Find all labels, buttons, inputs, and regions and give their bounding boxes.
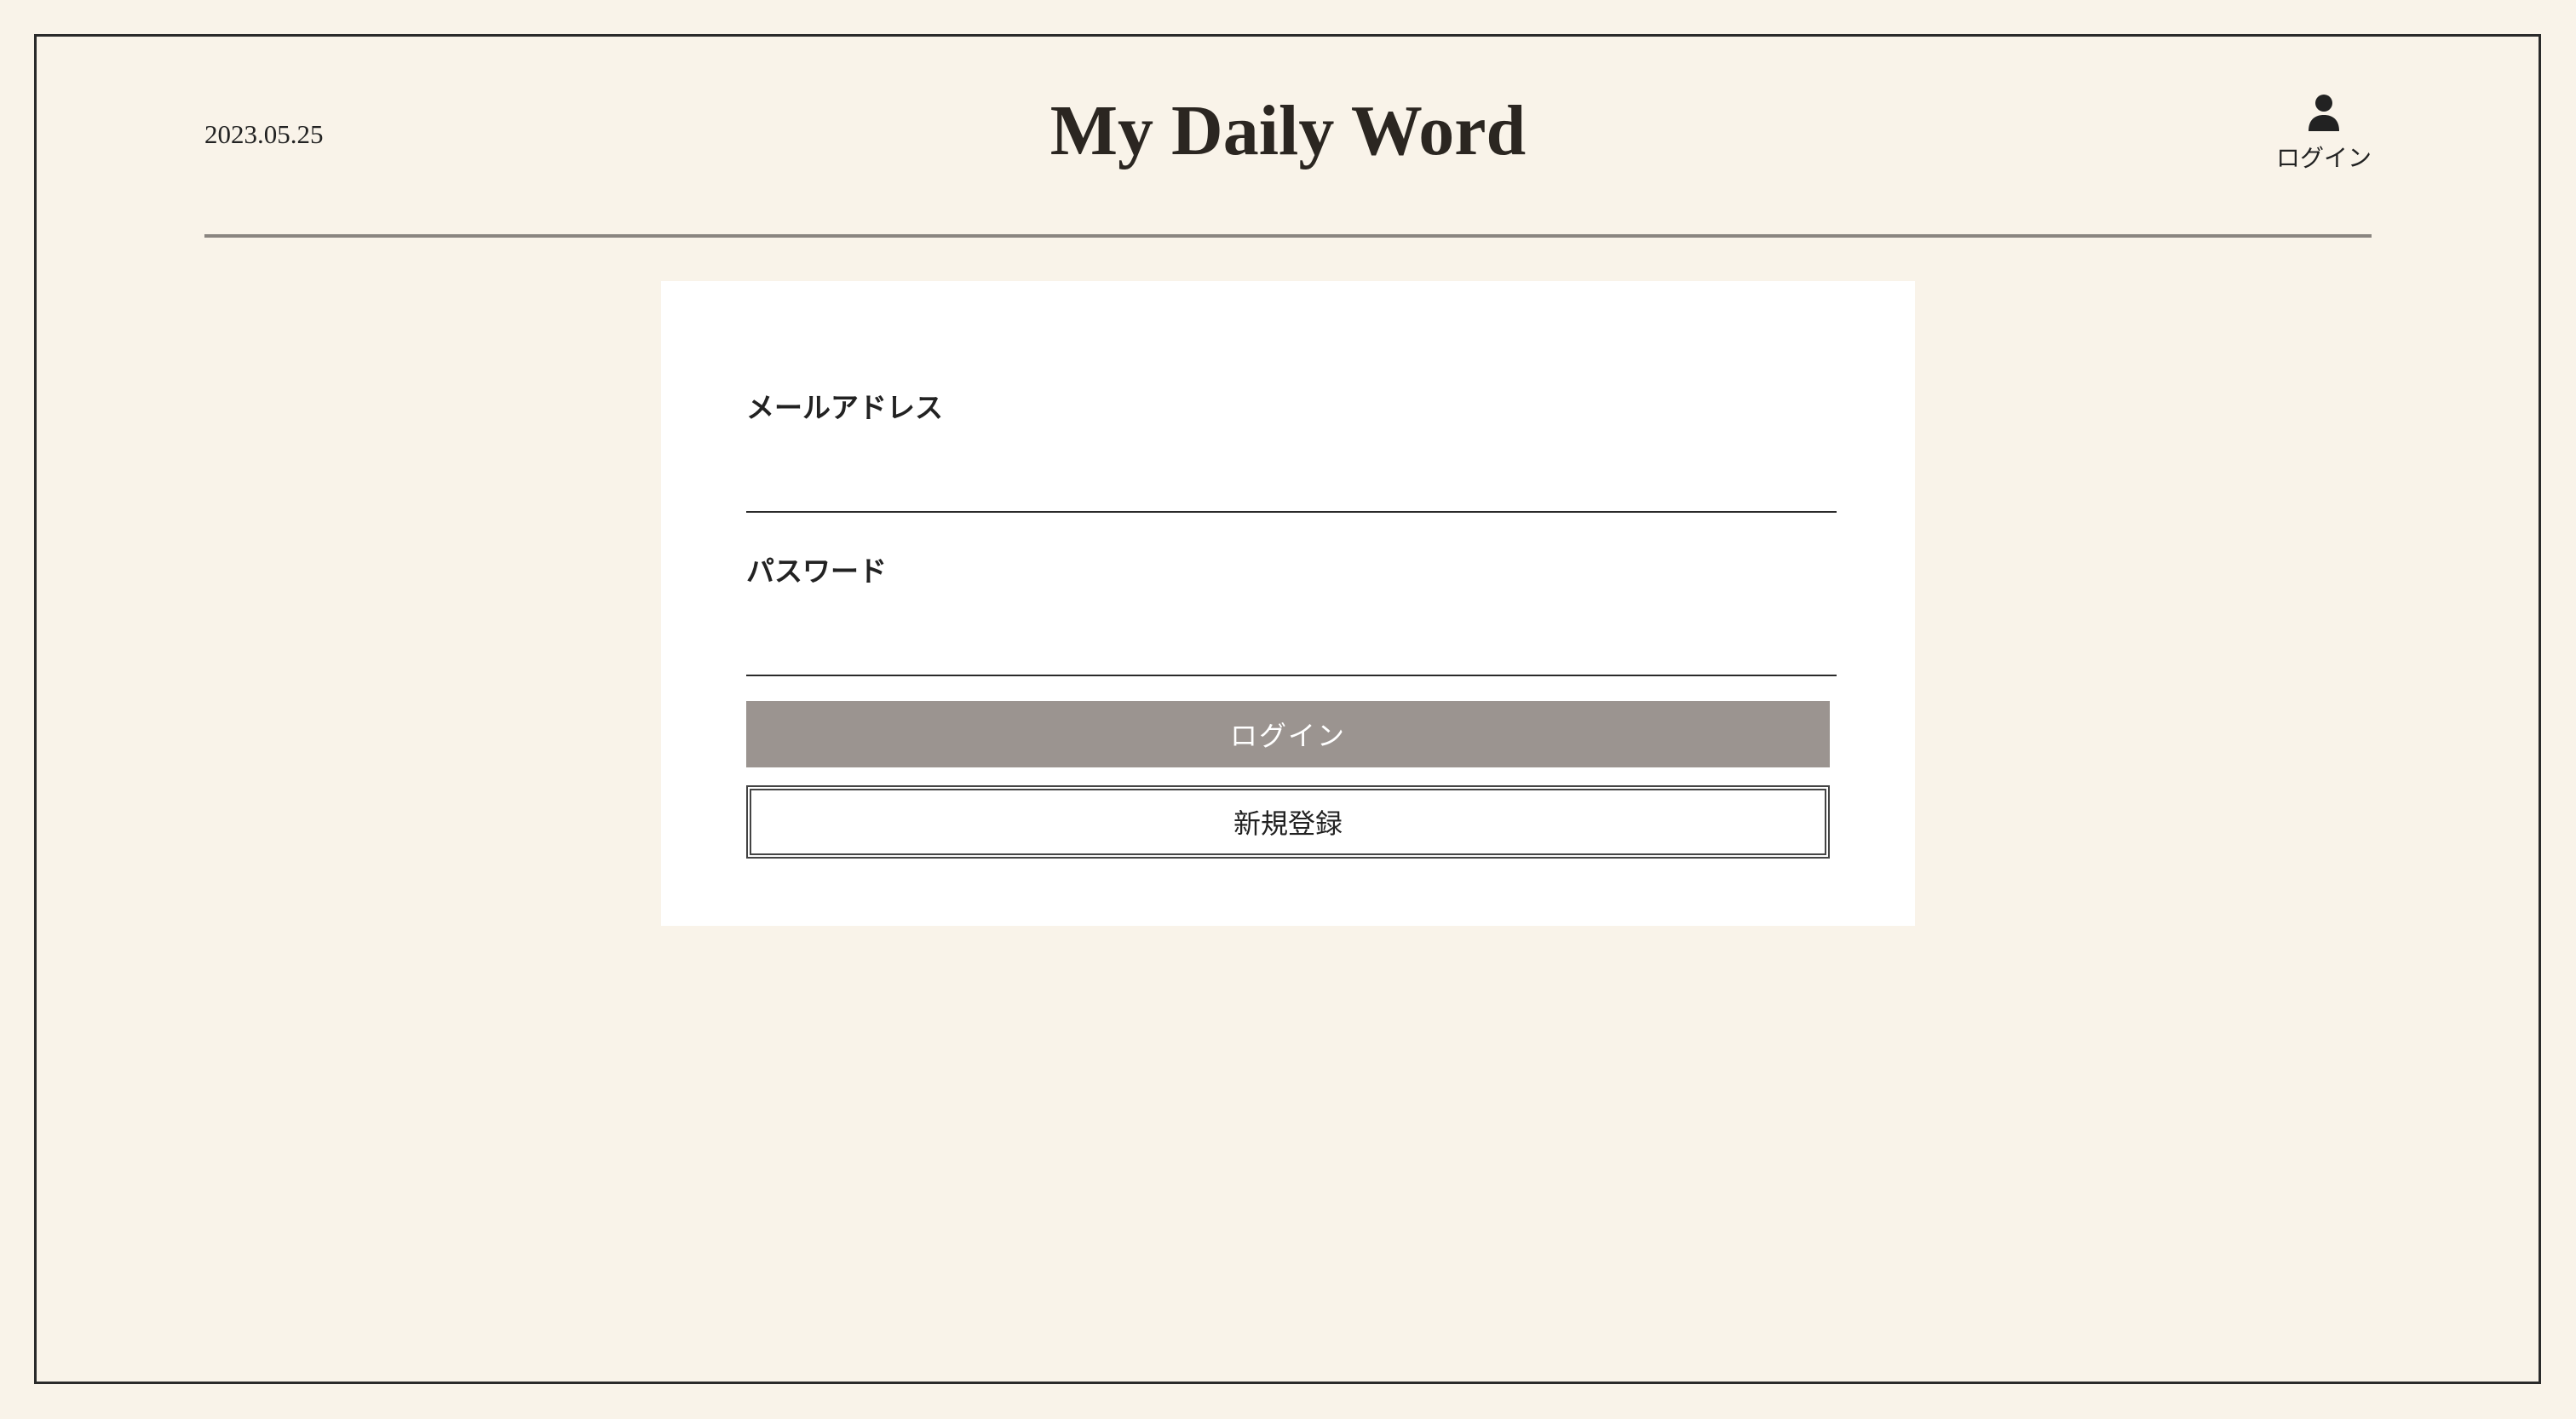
login-card: メールアドレス パスワード ログイン 新規登録 xyxy=(661,281,1915,926)
password-field[interactable] xyxy=(746,617,1837,676)
email-label: メールアドレス xyxy=(746,391,943,424)
email-field[interactable] xyxy=(746,453,1837,513)
user-icon xyxy=(2309,95,2339,131)
header-login-link[interactable]: ログイン xyxy=(2266,94,2382,174)
site-title: My Daily Word xyxy=(1049,91,1527,170)
header-divider xyxy=(204,234,2372,238)
register-button[interactable]: 新規登録 xyxy=(746,785,1830,859)
password-label: パスワード xyxy=(746,554,887,588)
login-button[interactable]: ログイン xyxy=(746,701,1830,767)
header-login-label: ログイン xyxy=(2275,144,2372,172)
